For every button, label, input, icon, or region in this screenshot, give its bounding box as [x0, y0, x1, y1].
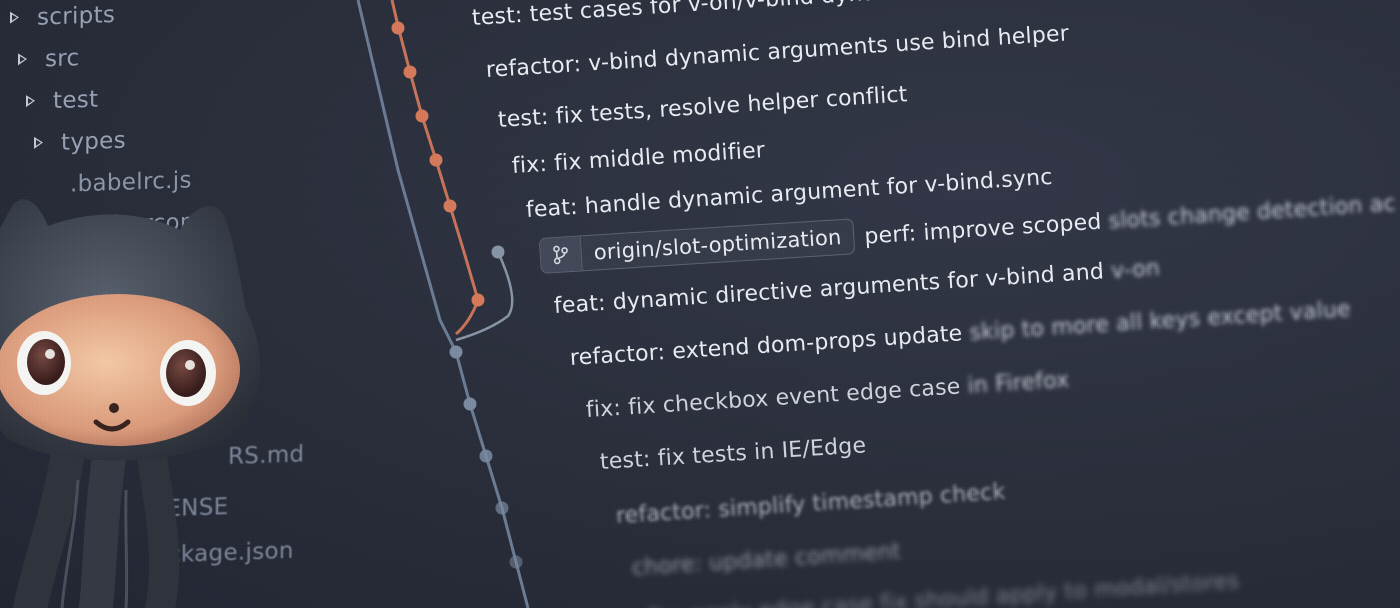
commit-node	[479, 449, 493, 463]
commit-node	[391, 21, 405, 35]
main-branch-line	[356, 0, 530, 608]
commit-node	[449, 345, 463, 359]
commit-node	[463, 397, 477, 411]
octocat-icon	[0, 199, 261, 608]
commit-node	[495, 501, 509, 515]
commit-node	[429, 153, 443, 167]
commit-node	[471, 293, 485, 307]
feature-branch-line	[390, 0, 480, 336]
branch-icon	[539, 236, 583, 273]
commit-node	[509, 555, 523, 569]
git-graph-screenshot: scripts src test types .babelrc.js .edit…	[0, 0, 1400, 608]
commit-node	[443, 199, 457, 213]
commit-node	[403, 65, 417, 79]
commit-message-overflow: v-on	[1110, 255, 1161, 284]
commit-node	[491, 245, 505, 259]
commit-node	[415, 109, 429, 123]
